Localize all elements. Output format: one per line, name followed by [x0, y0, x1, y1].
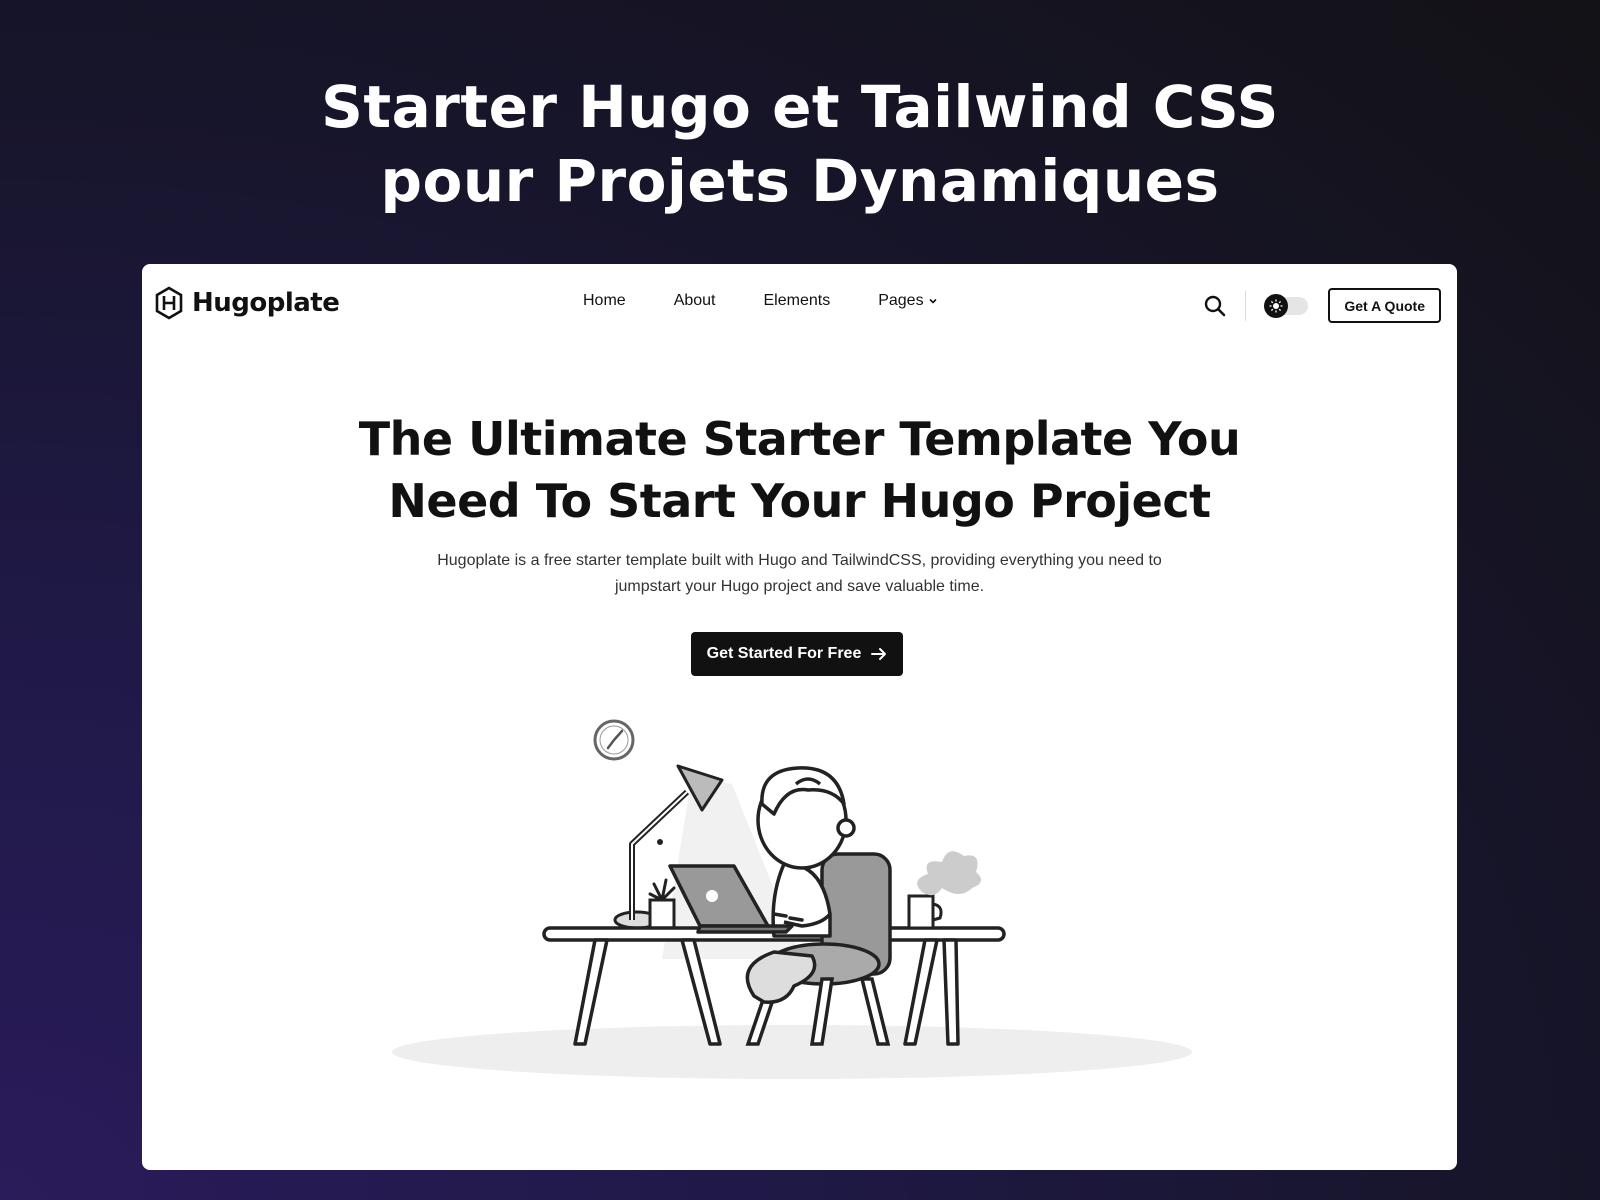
website-preview: Hugoplate Home About Elements Pages Get …	[142, 264, 1457, 1170]
hexagon-h-icon	[155, 286, 183, 320]
header-tools: Get A Quote	[1203, 288, 1441, 323]
hero-title-line-2: Need To Start Your Hugo Project	[388, 474, 1211, 528]
chevron-down-icon	[929, 298, 937, 304]
coffee-mug	[907, 851, 982, 930]
arrow-right-icon	[871, 648, 887, 660]
hero-description: Hugoplate is a free starter template bui…	[437, 552, 1162, 595]
nav-item-about[interactable]: About	[674, 292, 716, 310]
logo-text: Hugoplate	[192, 288, 340, 318]
get-started-button[interactable]: Get Started For Free	[691, 632, 903, 676]
nav-item-pages-label: Pages	[878, 292, 924, 309]
nav-item-home[interactable]: Home	[583, 292, 626, 310]
header-divider	[1245, 290, 1247, 321]
search-icon[interactable]	[1203, 294, 1227, 318]
banner-title: Starter Hugo et Tailwind CSS pour Projet…	[0, 70, 1600, 218]
main-nav: Home About Elements Pages	[583, 292, 938, 310]
hero-title-line-1: The Ultimate Starter Template You	[358, 412, 1241, 466]
nav-item-pages[interactable]: Pages	[878, 292, 937, 310]
theme-toggle[interactable]	[1264, 293, 1309, 318]
get-started-label: Get Started For Free	[706, 645, 862, 662]
potted-plant	[648, 878, 676, 932]
clock-icon	[593, 719, 635, 761]
banner-title-line-1: Starter Hugo et Tailwind CSS	[321, 73, 1279, 141]
nav-item-elements[interactable]: Elements	[764, 292, 831, 310]
hero-title: The Ultimate Starter Template You Need T…	[142, 408, 1457, 532]
get-a-quote-button[interactable]: Get A Quote	[1328, 288, 1441, 323]
sun-icon	[1269, 299, 1283, 312]
developer-at-desk-illustration	[392, 719, 1192, 1079]
logo[interactable]: Hugoplate	[154, 286, 340, 320]
site-header: Hugoplate Home About Elements Pages Get …	[142, 264, 1457, 346]
banner-title-line-2: pour Projets Dynamiques	[380, 147, 1220, 215]
theme-toggle-knob	[1264, 293, 1289, 318]
